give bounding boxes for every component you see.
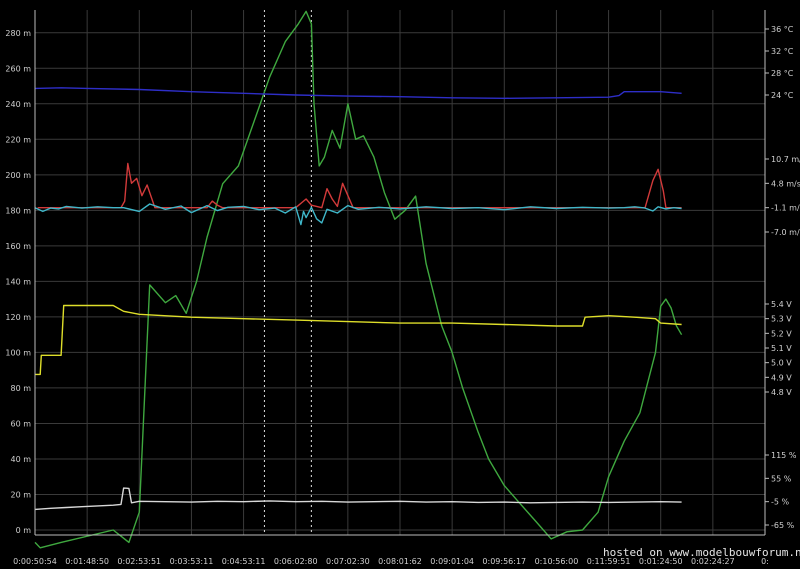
altitude-tick-label: 80 m <box>10 384 31 393</box>
series-line-temperature <box>34 87 682 100</box>
altitude-tick-label: 180 m <box>5 206 31 215</box>
voltage-tick-label: 5.4 V <box>771 300 792 309</box>
series-line-voltage <box>35 304 682 376</box>
marker-lines <box>263 10 312 535</box>
temperature-tick-label: 36 °C <box>771 25 794 34</box>
x-tick-label: 0:02:53:51 <box>117 557 161 566</box>
series-line-percent <box>34 487 682 511</box>
vario-tick-label: 4.8 m/s <box>771 179 800 188</box>
x-tick-label: 0:07:02:30 <box>326 557 370 566</box>
altitude-tick-label: 220 m <box>5 135 31 144</box>
x-tick-label: 0:03:53:11 <box>170 557 214 566</box>
altitude-tick-label: 140 m <box>5 277 31 286</box>
series-layer <box>34 10 683 549</box>
series-line-vario <box>37 162 682 209</box>
voltage-tick-label: 5.0 V <box>771 359 792 368</box>
voltage-tick-label: 4.9 V <box>771 373 792 382</box>
altitude-tick-label: 200 m <box>5 171 31 180</box>
temperature-tick-label: 28 °C <box>771 69 794 78</box>
temperature-tick-label: 24 °C <box>771 91 794 100</box>
altitude-tick-label: 100 m <box>5 348 31 357</box>
percent-tick-label: -5 % <box>771 498 790 507</box>
percent-tick-label: 115 % <box>771 451 797 460</box>
altitude-tick-label: 0 m <box>16 526 32 535</box>
telemetry-chart: 0:00:50:54 0:01:48:50 0:02:53:51 0:03:53:11… <box>5 10 800 566</box>
altitude-tick-label: 260 m <box>5 64 31 73</box>
x-tick-label: 0:01:48:50 <box>65 557 109 566</box>
vario-tick-label: 10.7 m/s <box>771 155 800 164</box>
watermark-text: hosted on www.modelbouwforum.nl <box>603 546 800 559</box>
vario-tick-label: -7.0 m/s <box>771 228 800 237</box>
altitude-tick-label: 20 m <box>10 490 31 499</box>
grid <box>34 10 766 535</box>
x-tick-label: 0:00:50:54 <box>13 557 57 566</box>
voltage-tick-label: 5.2 V <box>771 329 792 338</box>
voltage-tick-label: 5.3 V <box>771 315 792 324</box>
altitude-tick-label: 280 m <box>5 29 31 38</box>
altitude-tick-label: 40 m <box>10 455 31 464</box>
x-tick-label: 0:10:56:00 <box>535 557 579 566</box>
x-tick-label: 0:09:01:04 <box>430 557 474 566</box>
x-tick-label: 0:06:02:80 <box>274 557 318 566</box>
voltage-tick-label: 5.1 V <box>771 344 792 353</box>
vario-tick-label: -1.1 m/s <box>771 204 800 213</box>
voltage-tick-label: 4.8 V <box>771 388 792 397</box>
altitude-tick-label: 240 m <box>5 100 31 109</box>
altitude-tick-label: 60 m <box>10 419 31 428</box>
x-tick-label: 0:04:53:11 <box>222 557 266 566</box>
x-tick-label: 0:08:01:62 <box>378 557 422 566</box>
x-tick-label: 0:09:56:17 <box>482 557 526 566</box>
percent-tick-label: -65 % <box>771 521 795 530</box>
series-line-altitude <box>34 10 683 549</box>
percent-tick-label: 55 % <box>771 474 792 483</box>
altitude-tick-label: 160 m <box>5 242 31 251</box>
altitude-tick-label: 120 m <box>5 313 31 322</box>
temperature-tick-label: 32 °C <box>771 47 794 56</box>
